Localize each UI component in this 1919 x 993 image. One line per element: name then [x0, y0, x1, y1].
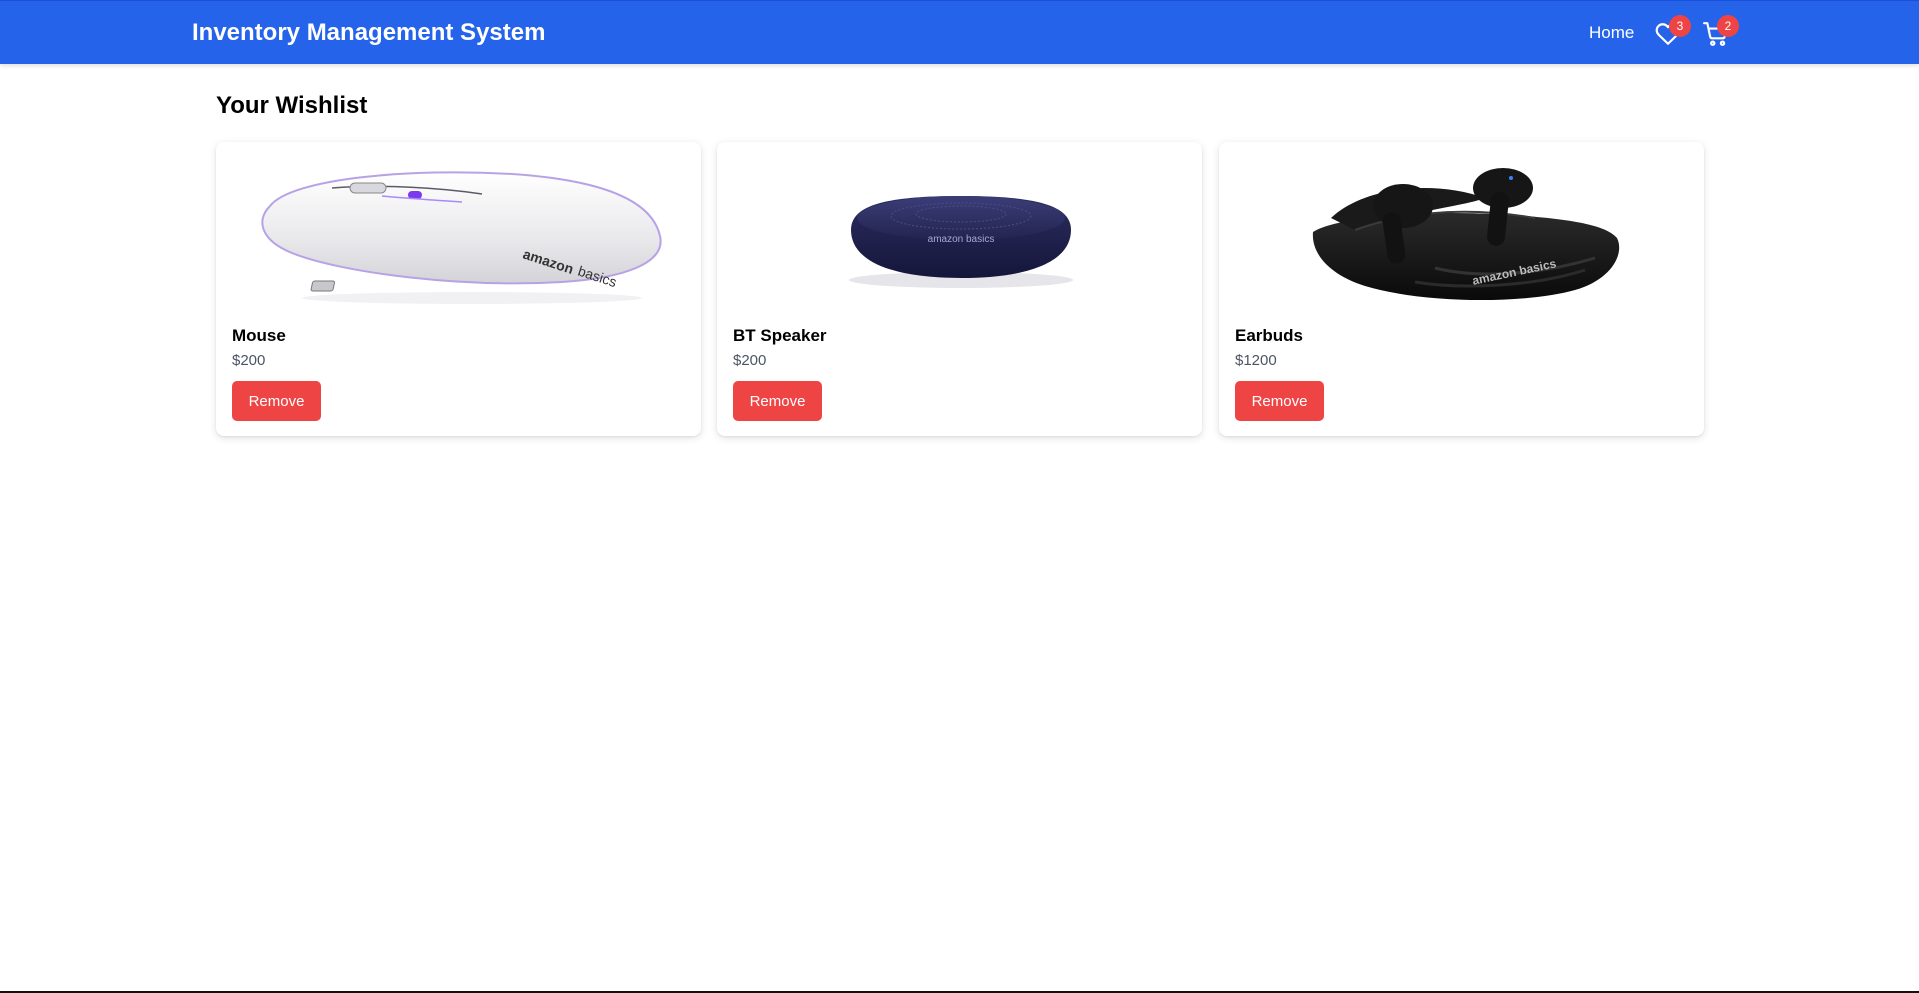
wishlist-button[interactable]: 3: [1655, 15, 1691, 47]
wishlist-card: amazon basics Earbuds $1200 Remove: [1219, 142, 1704, 436]
product-name: Mouse: [232, 326, 286, 345]
mouse-image[interactable]: amazon basics: [232, 158, 685, 308]
navbar: Inventory Management System Home 3 2: [0, 0, 1919, 64]
page-title: Your Wishlist: [216, 92, 368, 119]
cart-count-badge: 2: [1717, 15, 1739, 37]
wishlist-card: amazon basics BT Speaker $200 Remove: [717, 142, 1202, 436]
product-price: $200: [733, 352, 767, 369]
wishlist-count-badge: 3: [1669, 15, 1691, 37]
earbuds-image[interactable]: amazon basics: [1235, 158, 1688, 308]
svg-text:amazon basics: amazon basics: [928, 234, 995, 245]
speaker-image[interactable]: amazon basics: [733, 158, 1186, 308]
nav-home-link[interactable]: Home: [1589, 23, 1634, 43]
wishlist-card: amazon basics Mouse $200 Remove: [216, 142, 701, 436]
product-price: $200: [232, 352, 266, 369]
remove-button[interactable]: Remove: [733, 381, 822, 421]
product-name: BT Speaker: [733, 326, 827, 345]
remove-button[interactable]: Remove: [232, 381, 321, 421]
product-price: $1200: [1235, 352, 1277, 369]
product-name: Earbuds: [1235, 326, 1304, 345]
cart-button[interactable]: 2: [1703, 15, 1739, 47]
remove-button[interactable]: Remove: [1235, 381, 1324, 421]
brand-title[interactable]: Inventory Management System: [192, 19, 545, 47]
